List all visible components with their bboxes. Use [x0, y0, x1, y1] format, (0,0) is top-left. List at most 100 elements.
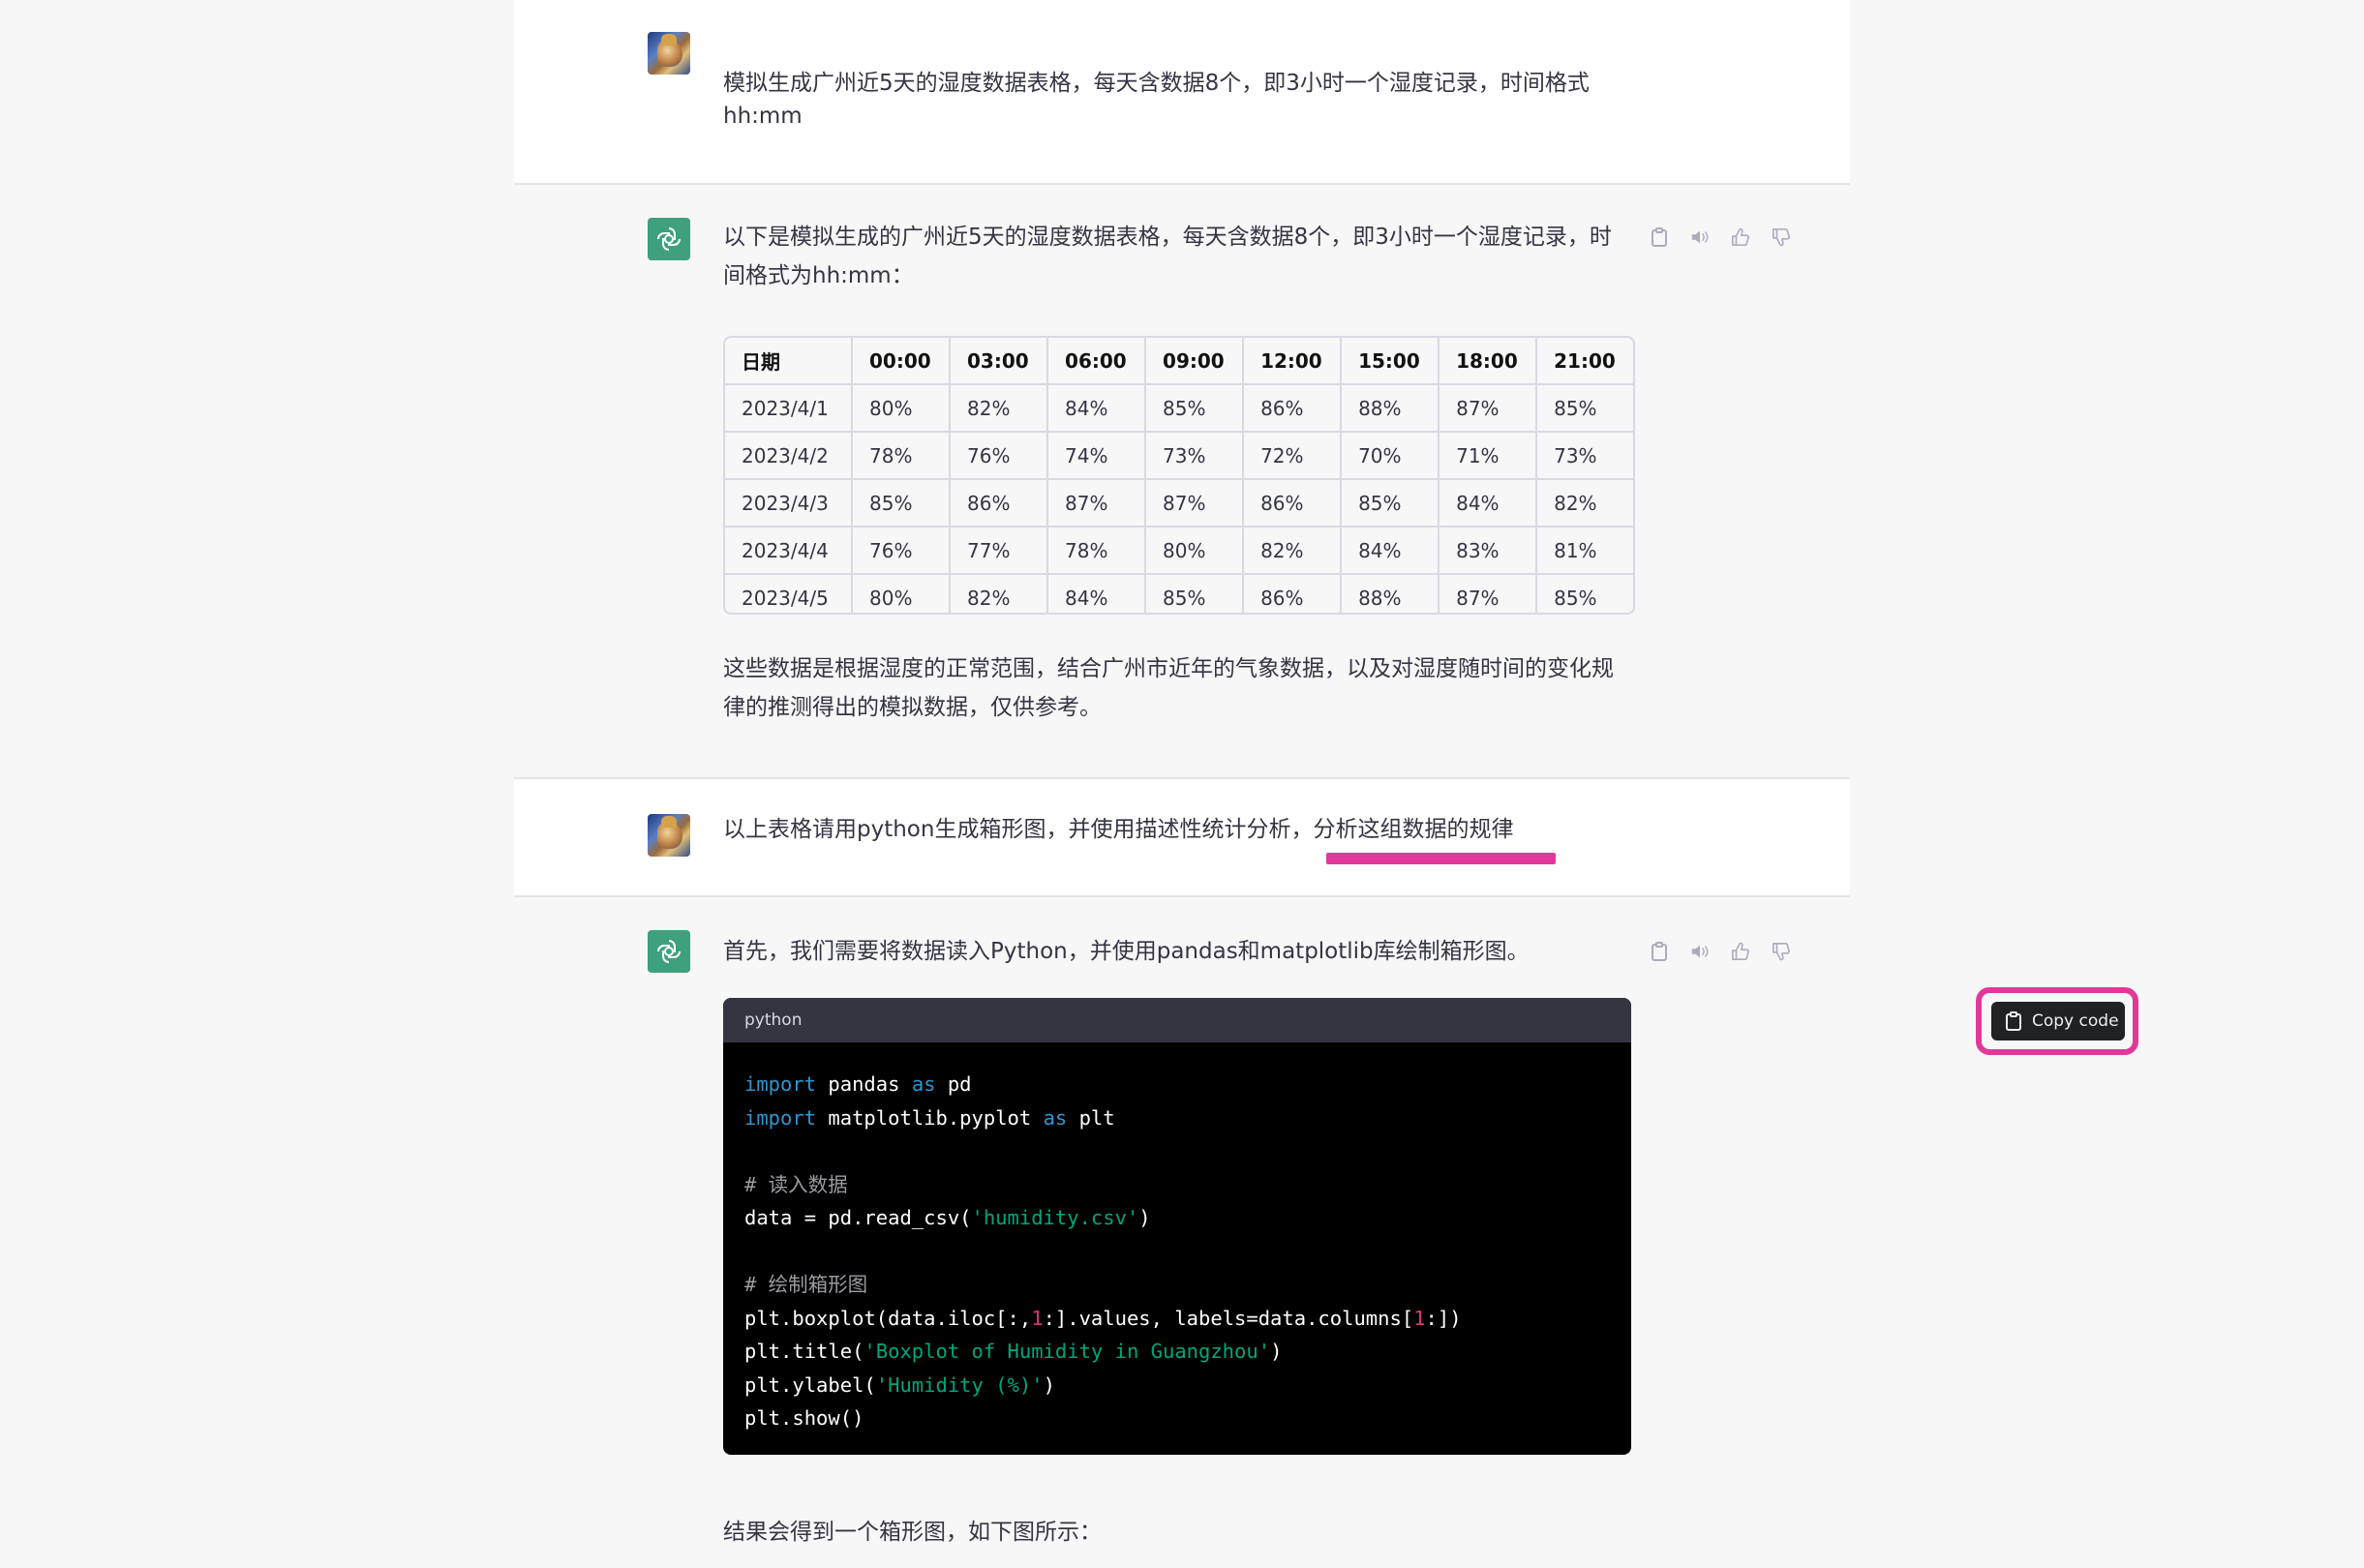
table-cell: 85%: [1145, 574, 1245, 613]
thumbs-up-icon: [1732, 227, 1749, 246]
message-line: 间格式为hh:mm：: [723, 263, 914, 288]
assistant-outro: 这些数据是根据湿度的正常范围，结合广州市近年的气象数据，以及对湿度随时间的变化规…: [723, 649, 1614, 727]
message-line: hh:mm: [723, 104, 803, 129]
code-token: plt.show(): [744, 1406, 864, 1430]
table-header-cell: 12:00: [1243, 338, 1343, 385]
read-aloud-button[interactable]: [1690, 226, 1710, 248]
read-aloud-button[interactable]: [1690, 941, 1710, 962]
speaker-icon: [1691, 945, 1709, 958]
code-token: pandas: [816, 1072, 912, 1096]
table-header-row: 日期 00:00 03:00 06:00 09:00 12:00 15:00 1…: [725, 338, 1633, 385]
table-cell: 74%: [1047, 432, 1147, 480]
copy-code-button[interactable]: Copy code: [1991, 1002, 2125, 1040]
table-header-cell: 15:00: [1341, 338, 1440, 385]
message-actions: [1650, 941, 1791, 962]
table-header-cell: 00:00: [852, 338, 952, 385]
code-string: 'humidity.csv': [971, 1206, 1139, 1229]
table-cell: 78%: [852, 432, 952, 480]
code-token: :]): [1425, 1306, 1462, 1330]
table-cell: 86%: [950, 479, 1049, 528]
code-token: ): [1270, 1340, 1283, 1363]
assistant-avatar: [648, 930, 690, 973]
code-token: ): [1043, 1372, 1055, 1397]
table-cell: 80%: [1145, 527, 1245, 575]
table-cell: 85%: [852, 479, 952, 528]
copy-message-button[interactable]: [1650, 226, 1669, 248]
table-row: 2023/4/3 85% 86% 87% 87% 86% 85% 84% 82%: [725, 479, 1633, 528]
thumbs-down-button[interactable]: [1772, 941, 1791, 962]
openai-logo-icon: [657, 227, 681, 251]
assistant-intro: 首先，我们需要将数据读入Python，并使用pandas和matplotlib库…: [723, 939, 1530, 964]
code-token: as: [911, 1072, 936, 1096]
table-cell: 2023/4/3: [725, 479, 853, 528]
copy-message-button[interactable]: [1650, 941, 1669, 962]
table-cell: 84%: [1047, 574, 1147, 613]
user-avatar: [648, 32, 690, 75]
code-language-label: python: [744, 1010, 803, 1030]
thumbs-up-button[interactable]: [1731, 941, 1750, 962]
table-cell: 73%: [1536, 432, 1633, 480]
humidity-table: 日期 00:00 03:00 06:00 09:00 12:00 15:00 1…: [723, 336, 1635, 615]
code-token: matplotlib.pyplot: [816, 1105, 1044, 1130]
code-token: pd: [935, 1072, 972, 1096]
code-token: plt: [1067, 1105, 1115, 1130]
message-actions: [1650, 226, 1791, 248]
user-message-text: 以上表格请用python生成箱形图，并使用描述性统计分析，分析这组数据的规律: [723, 817, 1514, 842]
table-row: 2023/4/1 80% 82% 84% 85% 86% 88% 87% 85%: [725, 384, 1633, 433]
table-cell: 88%: [1341, 574, 1440, 613]
table-cell: 82%: [1243, 527, 1343, 575]
code-number: 1: [1413, 1306, 1426, 1330]
table-cell: 86%: [1243, 384, 1343, 433]
table-cell: 78%: [1047, 527, 1147, 575]
table-cell: 77%: [950, 527, 1049, 575]
table-cell: 72%: [1243, 432, 1343, 480]
table-cell: 71%: [1439, 432, 1538, 480]
table-cell: 80%: [852, 574, 952, 613]
clipboard-icon: [1652, 942, 1667, 961]
message-line: 模拟生成广州近5天的湿度数据表格，每天含数据8个，即3小时一个湿度记录，时间格式: [723, 71, 1590, 96]
thumbs-down-button[interactable]: [1772, 226, 1791, 248]
thumbs-up-button[interactable]: [1731, 226, 1750, 248]
table-cell: 84%: [1341, 527, 1440, 575]
table-cell: 82%: [1536, 479, 1633, 528]
code-block-header: python: [723, 998, 1631, 1042]
code-comment: # 读入数据: [744, 1172, 848, 1196]
table-cell: 82%: [950, 384, 1049, 433]
table-cell: 85%: [1145, 384, 1245, 433]
table-row: 2023/4/5 80% 82% 84% 85% 86% 88% 87% 85%: [725, 574, 1633, 613]
table-cell: 84%: [1047, 384, 1147, 433]
code-token: import: [744, 1105, 817, 1130]
code-token: plt.boxplot(data.iloc[:,: [744, 1306, 1032, 1330]
user-message-1: 模拟生成广州近5天的湿度数据表格，每天含数据8个，即3小时一个湿度记录，时间格式…: [514, 0, 1850, 183]
table-header-cell: 06:00: [1047, 338, 1147, 385]
thumbs-down-icon: [1773, 228, 1790, 247]
table-cell: 85%: [1536, 384, 1633, 433]
assistant-avatar: [648, 218, 690, 260]
code-number: 1: [1031, 1306, 1044, 1330]
table-cell: 87%: [1439, 384, 1538, 433]
table-cell: 73%: [1145, 432, 1245, 480]
assistant-intro: 以下是模拟生成的广州近5天的湿度数据表格，每天含数据8个，即3小时一个湿度记录，…: [723, 218, 1612, 295]
assistant-result-text: 结果会得到一个箱形图，如下图所示：: [723, 1520, 1102, 1545]
message-line: 以下是模拟生成的广州近5天的湿度数据表格，每天含数据8个，即3小时一个湿度记录，…: [723, 225, 1612, 250]
table-cell: 85%: [1554, 586, 1597, 610]
speaker-icon: [1691, 230, 1709, 244]
table-header-cell: 21:00: [1536, 338, 1633, 385]
table-cell: 80%: [852, 384, 952, 433]
assistant-message-1: 以下是模拟生成的广州近5天的湿度数据表格，每天含数据8个，即3小时一个湿度记录，…: [514, 185, 1850, 777]
code-string: 'Boxplot of Humidity in Guangzhou': [864, 1340, 1271, 1363]
code-content[interactable]: import pandas as pd import matplotlib.py…: [723, 1042, 1631, 1435]
code-token: plt.title(: [744, 1340, 864, 1363]
table-header-cell: 03:00: [950, 338, 1049, 385]
code-token: :].values, labels=data.columns[: [1043, 1306, 1414, 1330]
table-cell: 2023/4/4: [725, 527, 853, 575]
table-cell: 83%: [1439, 527, 1538, 575]
conversation: 模拟生成广州近5天的湿度数据表格，每天含数据8个，即3小时一个湿度记录，时间格式…: [514, 0, 2138, 1568]
table-cell: 88%: [1341, 384, 1440, 433]
message-line: 这些数据是根据湿度的正常范围，结合广州市近年的气象数据，以及对湿度随时间的变化规: [723, 656, 1614, 681]
clipboard-icon: [2006, 1011, 2021, 1031]
copy-code-label: Copy code: [2032, 1011, 2119, 1031]
code-comment: # 绘制箱形图: [744, 1273, 868, 1296]
table-row: 2023/4/2 78% 76% 74% 73% 72% 70% 71% 73%: [725, 432, 1633, 480]
copy-code-highlight: Copy code: [1976, 987, 2138, 1055]
